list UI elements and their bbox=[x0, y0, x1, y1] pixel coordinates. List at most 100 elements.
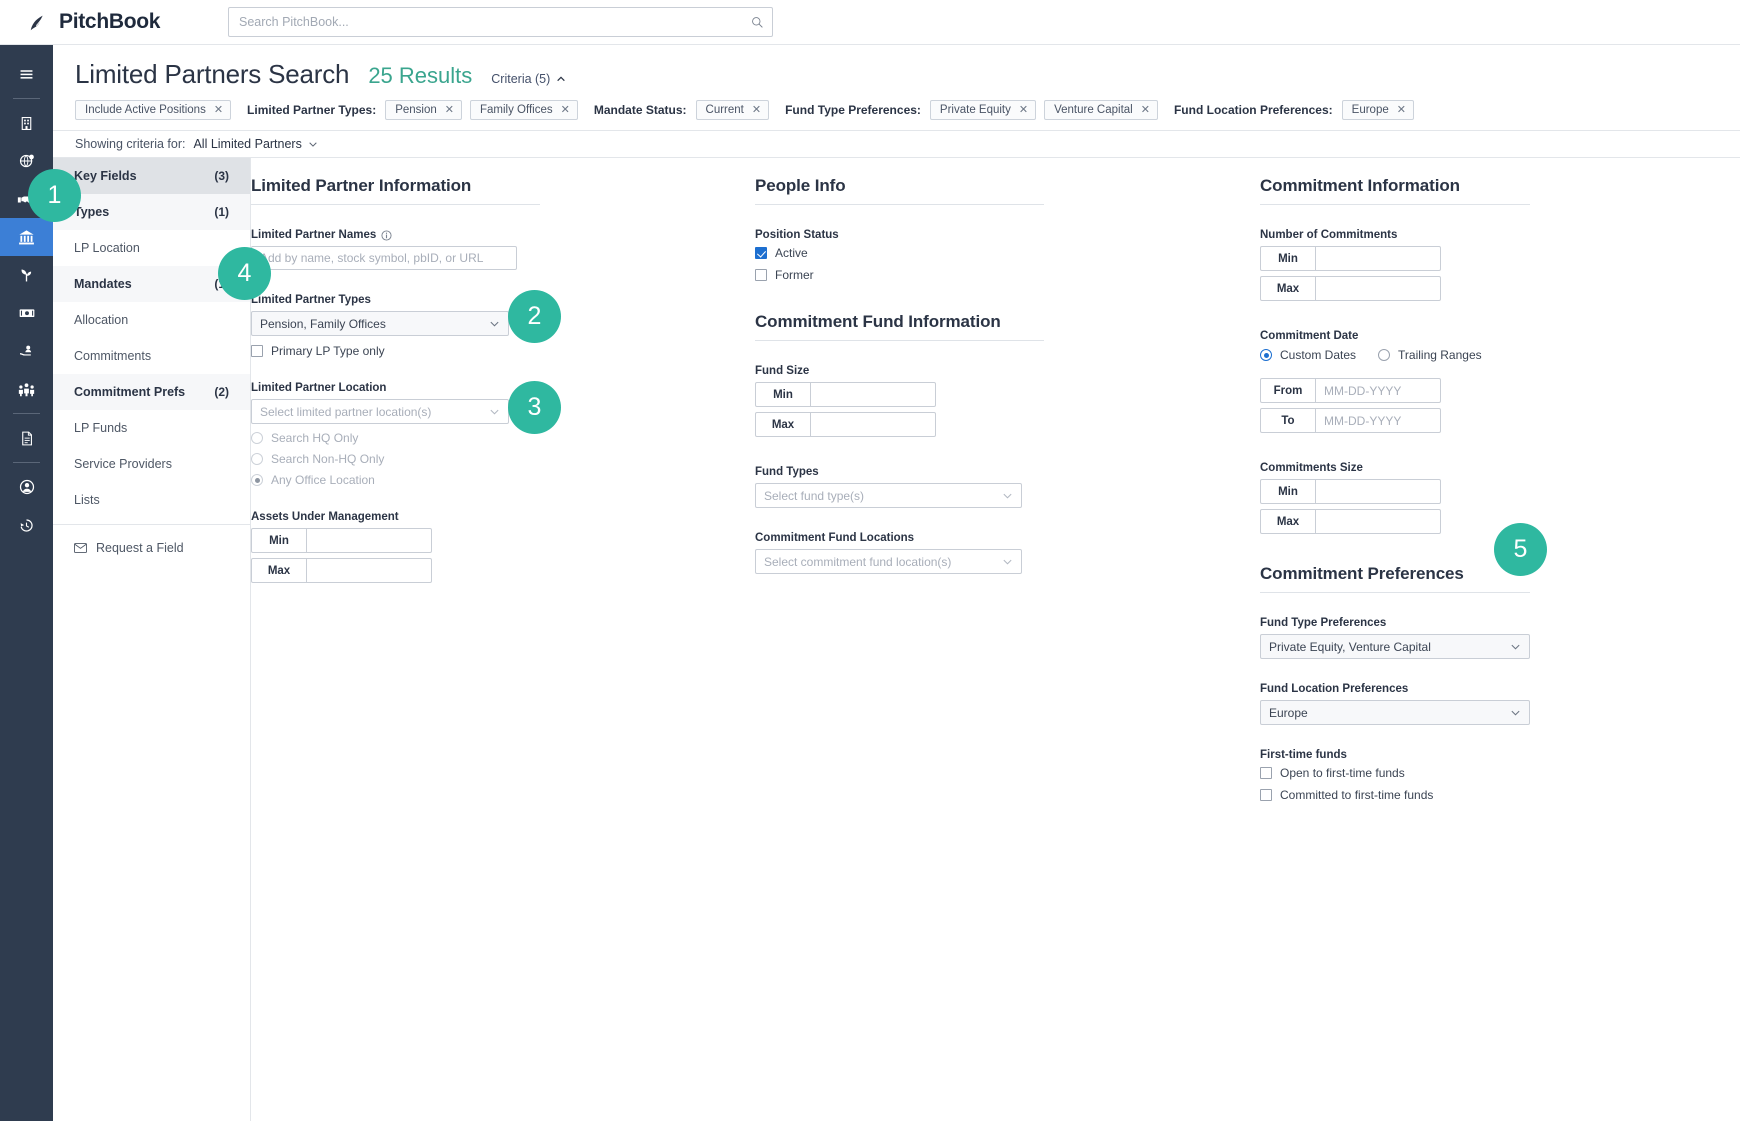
sidebar-item-lists[interactable]: Lists bbox=[53, 482, 250, 518]
commitments-size-max-input[interactable] bbox=[1316, 510, 1440, 533]
first-time-funds-label: First-time funds bbox=[1260, 749, 1347, 761]
sidebar-item-commitments[interactable]: Commitments bbox=[53, 338, 250, 374]
fund-types-select[interactable]: Select fund type(s) bbox=[755, 483, 1022, 508]
fund-type-preferences-label: Fund Type Preferences bbox=[1260, 617, 1387, 629]
rail-item-recent-history[interactable] bbox=[0, 506, 53, 544]
global-search[interactable] bbox=[228, 7, 773, 37]
lp-names-input[interactable] bbox=[251, 246, 517, 270]
rail-item-funds[interactable] bbox=[0, 256, 53, 294]
commitments-size-min-field[interactable]: Min bbox=[1260, 479, 1441, 504]
rail-item-account[interactable] bbox=[0, 468, 53, 506]
committed-to-first-time-funds-checkbox[interactable]: Committed to first-time funds bbox=[1260, 788, 1740, 802]
commitment-date-to-input[interactable] bbox=[1316, 409, 1440, 432]
info-icon[interactable] bbox=[381, 229, 392, 241]
rail-item-limited-partners[interactable] bbox=[0, 218, 53, 256]
remove-chip-icon[interactable]: ✕ bbox=[752, 104, 761, 116]
filter-chip[interactable]: Venture Capital ✕ bbox=[1044, 100, 1158, 120]
primary-lp-type-only-checkbox[interactable]: Primary LP Type only bbox=[251, 344, 756, 358]
fund-size-max-input[interactable] bbox=[811, 413, 935, 436]
remove-chip-icon[interactable]: ✕ bbox=[561, 104, 570, 116]
commitments-size-max-field[interactable]: Max bbox=[1260, 509, 1441, 534]
fund-types-label: Fund Types bbox=[755, 466, 819, 478]
rail-item-lp-commitments[interactable] bbox=[0, 294, 53, 332]
criteria-toggle-button[interactable]: Criteria (5) bbox=[491, 72, 566, 86]
commitment-date-from-input[interactable] bbox=[1316, 379, 1440, 402]
commitment-date-to-field[interactable]: To bbox=[1260, 408, 1441, 433]
commitment-information-column: Commitment Information Number of Commitm… bbox=[1260, 158, 1740, 802]
filter-chip[interactable]: Include Active Positions ✕ bbox=[75, 100, 232, 120]
remove-chip-icon[interactable]: ✕ bbox=[1141, 104, 1150, 116]
any-office-location-radio[interactable]: Any Office Location bbox=[251, 473, 756, 487]
remove-chip-icon[interactable]: ✕ bbox=[1019, 104, 1028, 116]
sidebar-item-commitment-prefs[interactable]: Commitment Prefs (2) bbox=[53, 374, 250, 410]
sidebar-item-label: Service Providers bbox=[74, 457, 172, 471]
rail-item-companies[interactable] bbox=[0, 104, 53, 142]
fund-location-preferences-select[interactable]: Europe bbox=[1260, 700, 1530, 725]
fund-types-placeholder: Select fund type(s) bbox=[764, 488, 865, 503]
aum-min-input[interactable] bbox=[307, 529, 431, 552]
sidebar-item-key-fields[interactable]: Key Fields (3) bbox=[53, 158, 250, 194]
people-and-commitment-fund-column: People Info Position Status Active Forme… bbox=[755, 158, 1260, 574]
number-of-commitments-max-input[interactable] bbox=[1316, 277, 1440, 300]
sidebar-item-service-providers[interactable]: Service Providers bbox=[53, 446, 250, 482]
filter-chip-label: Include Active Positions bbox=[85, 104, 206, 116]
title-row: Limited Partners Search 25 Results Crite… bbox=[53, 45, 1740, 90]
position-status-active-checkbox[interactable]: Active bbox=[755, 246, 1260, 260]
fund-type-preferences-select[interactable]: Private Equity, Venture Capital bbox=[1260, 634, 1530, 659]
search-hq-only-radio[interactable]: Search HQ Only bbox=[251, 431, 756, 445]
request-a-field-button[interactable]: Request a Field bbox=[53, 531, 250, 565]
rail-item-hamburger-menu[interactable] bbox=[0, 55, 53, 93]
brand-logo[interactable]: PitchBook bbox=[28, 10, 208, 34]
rail-item-advisors[interactable] bbox=[0, 332, 53, 370]
trailing-ranges-radio[interactable]: Trailing Ranges bbox=[1378, 348, 1482, 362]
sprout-plant-icon bbox=[21, 269, 32, 281]
criteria-scope-dropdown[interactable]: All Limited Partners bbox=[193, 137, 317, 151]
fund-size-min-input[interactable] bbox=[811, 383, 935, 406]
lp-location-select[interactable]: Select limited partner location(s) bbox=[251, 399, 509, 424]
sidebar-item-label: Lists bbox=[74, 493, 100, 507]
aum-max-input[interactable] bbox=[307, 559, 431, 582]
hamburger-menu-icon bbox=[20, 69, 33, 79]
remove-chip-icon[interactable]: ✕ bbox=[445, 104, 454, 116]
filter-chip[interactable]: Private Equity ✕ bbox=[929, 100, 1037, 120]
commitment-fund-locations-select[interactable]: Select commitment fund location(s) bbox=[755, 549, 1022, 574]
sidebar-item-lp-funds[interactable]: LP Funds bbox=[53, 410, 250, 446]
aum-max-field[interactable]: Max bbox=[251, 558, 432, 583]
commitment-date-from-label: From bbox=[1261, 379, 1316, 402]
open-to-first-time-funds-checkbox[interactable]: Open to first-time funds bbox=[1260, 766, 1740, 780]
fund-size-max-field[interactable]: Max bbox=[755, 412, 936, 437]
callout-badge-2: 2 bbox=[508, 290, 561, 343]
criteria-form: Limited Partner Information Limited Part… bbox=[251, 158, 1740, 1121]
filter-chip-label: Europe bbox=[1351, 104, 1389, 116]
sidebar-item-label: Commitment Prefs bbox=[74, 385, 186, 399]
filter-chip[interactable]: Pension ✕ bbox=[385, 100, 462, 120]
sidebar-item-label: Mandates bbox=[74, 277, 132, 291]
fund-location-preferences-value: Europe bbox=[1269, 705, 1308, 720]
number-of-commitments-min-input[interactable] bbox=[1316, 247, 1440, 270]
position-status-former-checkbox[interactable]: Former bbox=[755, 268, 1260, 282]
filter-chip[interactable]: Current ✕ bbox=[695, 100, 770, 120]
sidebar-item-types[interactable]: Types (1) bbox=[53, 194, 250, 230]
lp-types-select[interactable]: Pension, Family Offices bbox=[251, 311, 509, 336]
fund-size-min-field[interactable]: Min bbox=[755, 382, 936, 407]
filter-chip[interactable]: Family Offices ✕ bbox=[469, 100, 578, 120]
open-to-first-time-funds-label: Open to first-time funds bbox=[1280, 766, 1405, 780]
remove-chip-icon[interactable]: ✕ bbox=[1397, 104, 1406, 116]
brand-name: PitchBook bbox=[59, 10, 161, 33]
rail-item-research-documents[interactable] bbox=[0, 419, 53, 457]
nav-divider bbox=[53, 524, 250, 525]
chevron-down-icon bbox=[309, 142, 317, 147]
rail-item-people[interactable] bbox=[0, 370, 53, 408]
sidebar-item-allocation[interactable]: Allocation bbox=[53, 302, 250, 338]
number-of-commitments-max-field[interactable]: Max bbox=[1260, 276, 1441, 301]
commitment-date-from-field[interactable]: From bbox=[1260, 378, 1441, 403]
commitments-size-min-input[interactable] bbox=[1316, 480, 1440, 503]
filter-chip[interactable]: Europe ✕ bbox=[1341, 100, 1414, 120]
number-of-commitments-min-field[interactable]: Min bbox=[1260, 246, 1441, 271]
search-submit-button[interactable] bbox=[742, 8, 772, 36]
search-input[interactable] bbox=[229, 15, 742, 29]
remove-chip-icon[interactable]: ✕ bbox=[214, 104, 223, 116]
custom-dates-radio[interactable]: Custom Dates bbox=[1260, 348, 1356, 362]
aum-min-field[interactable]: Min bbox=[251, 528, 432, 553]
search-non-hq-only-radio[interactable]: Search Non-HQ Only bbox=[251, 452, 756, 466]
